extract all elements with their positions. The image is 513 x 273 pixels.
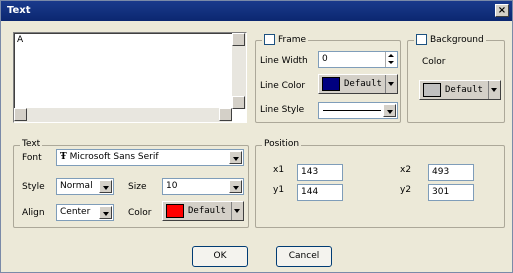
y1-input[interactable]: 144 — [297, 184, 343, 201]
chevron-down-icon[interactable] — [99, 180, 112, 193]
y1-label: y1 — [273, 185, 285, 195]
text-input-value: A — [17, 35, 24, 45]
background-color-value: Default — [445, 85, 483, 95]
background-color-label: Color — [422, 57, 446, 67]
y2-label: y2 — [400, 185, 412, 195]
y2-value: 301 — [432, 187, 450, 197]
align-select[interactable]: Center — [56, 204, 114, 221]
style-select[interactable]: Normal — [56, 178, 114, 195]
line-width-input[interactable]: 0 — [318, 51, 398, 68]
font-select-display: Ŧ Microsoft Sans Serif — [60, 152, 159, 162]
position-group-label: Position — [262, 139, 302, 149]
spin-up-icon[interactable] — [388, 54, 394, 57]
cancel-button[interactable]: Cancel — [276, 246, 332, 267]
frame-label: Frame — [278, 35, 307, 45]
y1-value: 144 — [301, 187, 319, 197]
vertical-scrollbar[interactable] — [232, 33, 246, 109]
ok-button[interactable]: OK — [192, 246, 248, 267]
window-title: Text — [7, 5, 31, 16]
x2-input[interactable]: 493 — [428, 164, 474, 181]
chevron-down-icon[interactable] — [99, 206, 112, 219]
background-checkbox[interactable]: Background — [414, 34, 486, 45]
size-select[interactable]: 10 — [162, 178, 244, 195]
horizontal-scrollbar[interactable] — [14, 108, 232, 122]
chevron-down-icon[interactable] — [229, 180, 242, 193]
chevron-down-icon[interactable] — [229, 151, 242, 164]
frame-check-icon[interactable] — [264, 34, 275, 45]
text-dialog: Text × A Frame Line Width 0 Line Color D… — [0, 0, 513, 273]
background-color-picker[interactable]: Default — [419, 80, 501, 100]
scroll-down-icon[interactable] — [232, 96, 245, 109]
background-color-swatch — [423, 83, 441, 97]
background-label: Background — [430, 35, 484, 45]
chevron-down-icon[interactable] — [231, 202, 243, 220]
chevron-down-icon[interactable] — [488, 81, 500, 99]
size-value: 10 — [166, 181, 178, 191]
truetype-icon: Ŧ — [60, 152, 67, 162]
spin-down-icon[interactable] — [388, 61, 394, 64]
line-color-label: Line Color — [260, 81, 306, 91]
text-color-swatch — [166, 204, 184, 218]
scroll-right-icon[interactable] — [219, 108, 232, 121]
chevron-down-icon[interactable] — [385, 75, 397, 93]
font-label: Font — [22, 153, 42, 163]
line-width-value: 0 — [322, 54, 328, 64]
text-color-picker[interactable]: Default — [162, 201, 244, 221]
style-value: Normal — [60, 181, 93, 191]
align-label: Align — [22, 208, 45, 218]
font-value: Microsoft Sans Serif — [69, 152, 159, 162]
x1-input[interactable]: 143 — [297, 164, 343, 181]
title-bar[interactable]: Text × — [1, 1, 512, 21]
line-style-preview — [323, 110, 381, 111]
scroll-up-icon[interactable] — [232, 33, 245, 46]
line-color-picker[interactable]: Default — [318, 74, 398, 94]
x2-value: 493 — [432, 167, 450, 177]
size-label: Size — [128, 182, 147, 192]
frame-checkbox[interactable]: Frame — [262, 34, 309, 45]
background-check-icon[interactable] — [416, 34, 427, 45]
line-style-label: Line Style — [260, 105, 305, 115]
x1-value: 143 — [301, 167, 319, 177]
scroll-left-icon[interactable] — [14, 108, 27, 121]
x2-label: x2 — [400, 165, 412, 175]
text-color-label: Color — [128, 208, 152, 218]
y2-input[interactable]: 301 — [428, 184, 474, 201]
text-color-value: Default — [188, 206, 226, 216]
chevron-down-icon[interactable] — [383, 104, 396, 117]
line-width-label: Line Width — [260, 56, 308, 66]
style-label: Style — [22, 182, 45, 192]
text-group-label: Text — [20, 139, 43, 149]
align-value: Center — [60, 207, 91, 217]
close-button[interactable]: × — [495, 4, 509, 17]
line-width-spinner[interactable] — [385, 52, 396, 67]
line-style-select[interactable] — [318, 102, 398, 119]
line-color-value: Default — [344, 79, 382, 89]
line-color-swatch — [322, 77, 340, 91]
x1-label: x1 — [273, 165, 285, 175]
text-input-area[interactable]: A — [13, 32, 247, 123]
font-select[interactable]: Ŧ Microsoft Sans Serif — [56, 149, 244, 166]
